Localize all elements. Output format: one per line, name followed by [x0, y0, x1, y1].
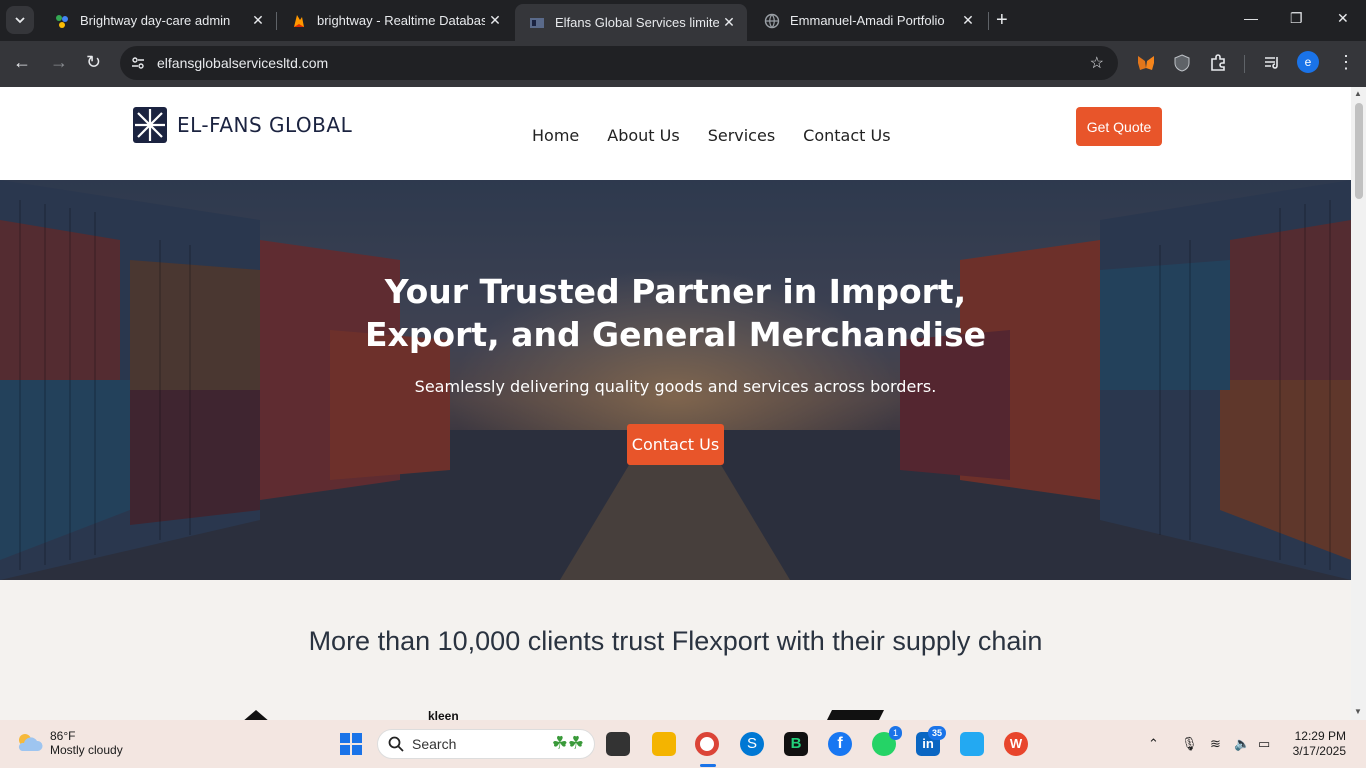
people-icon: [56, 14, 68, 28]
hero-title-line: Your Trusted Partner in Import,: [384, 272, 967, 311]
shield-icon[interactable]: [1172, 53, 1192, 73]
skype-icon[interactable]: S: [740, 732, 764, 756]
microphone-icon[interactable]: 🎙: [1181, 736, 1198, 752]
scroll-thumb[interactable]: [1355, 103, 1363, 199]
tab-title: Emmanuel-Amadi Portfolio: [790, 13, 945, 28]
task-view-icon[interactable]: [606, 732, 630, 756]
hero-banner: Your Trusted Partner in Import, Export, …: [0, 180, 1351, 580]
wifi-icon[interactable]: ≋: [1210, 736, 1221, 752]
weather-temp: 86°F: [50, 729, 76, 743]
clock-time: 12:29 PM: [1294, 729, 1346, 743]
close-icon[interactable]: ✕: [958, 12, 978, 29]
close-icon[interactable]: ✕: [719, 14, 739, 31]
forward-arrow-icon[interactable]: →: [50, 52, 68, 73]
metamask-fox-icon[interactable]: [1136, 53, 1156, 73]
window-close-icon[interactable]: ✕: [1337, 10, 1349, 27]
clover-icon: ☘☘: [551, 733, 584, 753]
browser-toolbar: ← → ↻ elfansglobalservicesltd.com ☆ e ⋮: [0, 41, 1366, 87]
media-control-icon[interactable]: [1262, 53, 1282, 73]
close-icon[interactable]: ✕: [485, 12, 505, 29]
hero-contact-button[interactable]: Contact Us: [627, 424, 724, 465]
volume-icon[interactable]: 🔈: [1234, 736, 1250, 752]
main-nav: Home About Us Services Contact Us: [532, 126, 891, 145]
tab-title: brightway - Realtime Database: [317, 13, 485, 28]
tab-search-button[interactable]: [6, 6, 34, 34]
tray-chevron-up-icon[interactable]: ⌃: [1148, 736, 1159, 752]
cloud-sun-icon: [18, 734, 43, 751]
search-placeholder: Search: [412, 736, 457, 752]
clock-date: 3/17/2025: [1292, 744, 1346, 758]
toolbar-divider: [1244, 55, 1245, 73]
starburst-logo-icon: [133, 107, 167, 143]
client-logo-slanted: [827, 710, 884, 720]
trust-section: More than 10,000 clients trust Flexport …: [0, 580, 1351, 720]
hero-subtitle: Seamlessly delivering quality goods and …: [414, 377, 937, 396]
active-app-indicator: [700, 764, 716, 767]
nav-link-home[interactable]: Home: [532, 126, 579, 145]
extensions-puzzle-icon[interactable]: [1208, 53, 1228, 73]
tab-title: Brightway day-care admin: [80, 13, 231, 28]
get-quote-button[interactable]: Get Quote: [1076, 107, 1162, 146]
tab-strip: Brightway day-care admin ✕ brightway - R…: [0, 0, 1366, 41]
page-scrollbar[interactable]: ▲ ▼: [1351, 87, 1366, 720]
site-info-icon[interactable]: [128, 55, 148, 71]
file-explorer-icon[interactable]: [652, 732, 676, 756]
system-clock[interactable]: 12:29 PM 3/17/2025: [1290, 729, 1346, 759]
site-icon: [530, 17, 544, 28]
url-text[interactable]: elfansglobalservicesltd.com: [157, 55, 328, 71]
client-logo-kleen: kleen: [428, 709, 459, 720]
menu-kebab-icon[interactable]: ⋮: [1337, 52, 1355, 73]
linkedin-badge: 35: [927, 726, 946, 740]
globe-icon: [764, 13, 780, 28]
bookmark-star-icon[interactable]: ☆: [1090, 53, 1104, 73]
minimize-icon[interactable]: —: [1244, 10, 1258, 26]
hero-title: Your Trusted Partner in Import, Export, …: [0, 270, 1351, 356]
site-logo[interactable]: EL-FANS GLOBAL: [133, 107, 352, 143]
linkedin-icon[interactable]: in 35: [916, 726, 946, 756]
weather-widget[interactable]: 86°F Mostly cloudy: [16, 729, 123, 757]
client-logo-triangle: [244, 710, 268, 720]
battery-icon[interactable]: ▭: [1258, 736, 1270, 752]
scroll-down-arrow-icon[interactable]: ▼: [1354, 707, 1362, 716]
reload-icon[interactable]: ↻: [86, 52, 101, 73]
b-app-icon[interactable]: B: [784, 732, 808, 756]
weather-condition: Mostly cloudy: [50, 743, 123, 757]
hero-title-line: Export, and General Merchandise: [364, 315, 987, 354]
tab-portfolio[interactable]: Emmanuel-Amadi Portfolio ✕: [750, 4, 986, 37]
restore-icon[interactable]: ❐: [1290, 10, 1303, 27]
site-header: EL-FANS GLOBAL Home About Us Services Co…: [0, 87, 1351, 180]
whatsapp-icon[interactable]: 1: [872, 726, 902, 756]
close-icon[interactable]: ✕: [248, 12, 268, 29]
tab-brightway-admin[interactable]: Brightway day-care admin ✕: [40, 4, 276, 37]
chrome-icon[interactable]: [695, 732, 719, 756]
search-icon: [388, 736, 404, 752]
tab-separator: [988, 12, 989, 30]
chevron-down-icon: [15, 17, 25, 24]
tab-title: Elfans Global Services limited: [555, 15, 719, 30]
nav-link-about[interactable]: About Us: [607, 126, 679, 145]
tab-elfans-global[interactable]: Elfans Global Services limited ✕: [515, 4, 747, 41]
trust-heading: More than 10,000 clients trust Flexport …: [308, 626, 1043, 656]
tab-brightway-database[interactable]: brightway - Realtime Database ✕: [277, 4, 513, 37]
windows-start-icon[interactable]: [340, 733, 362, 755]
logo-text: EL-FANS GLOBAL: [177, 113, 353, 137]
nav-link-services[interactable]: Services: [708, 126, 775, 145]
facebook-icon[interactable]: f: [828, 732, 852, 756]
taskbar-search[interactable]: Search ☘☘: [377, 729, 595, 759]
profile-avatar[interactable]: e: [1297, 51, 1319, 73]
address-bar[interactable]: elfansglobalservicesltd.com ☆: [120, 46, 1118, 80]
page-viewport: EL-FANS GLOBAL Home About Us Services Co…: [0, 87, 1351, 720]
new-tab-plus-icon[interactable]: +: [996, 10, 1008, 30]
firebase-icon: [294, 14, 304, 27]
whatsapp-badge: 1: [888, 726, 902, 740]
nav-link-contact[interactable]: Contact Us: [803, 126, 890, 145]
scroll-up-arrow-icon[interactable]: ▲: [1354, 89, 1362, 98]
back-arrow-icon[interactable]: ←: [13, 52, 31, 73]
windows-taskbar: 86°F Mostly cloudy Search ☘☘ S B f 1 in …: [0, 720, 1366, 768]
wps-office-icon[interactable]: W: [1004, 732, 1028, 756]
vscode-icon[interactable]: [960, 732, 984, 756]
